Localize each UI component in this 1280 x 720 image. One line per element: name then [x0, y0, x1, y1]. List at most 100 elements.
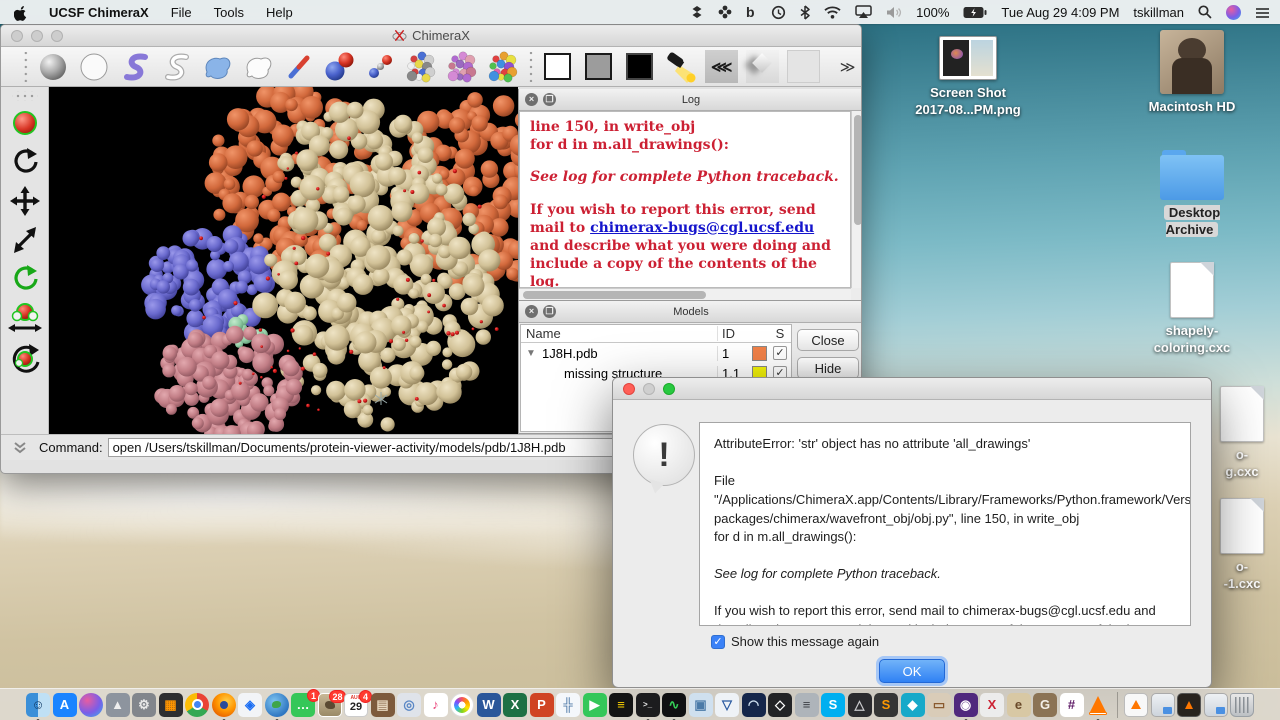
- lighting-shadow-button[interactable]: [746, 49, 779, 84]
- dock-item-contacts[interactable]: ▤: [371, 693, 395, 717]
- dock-item-calendar[interactable]: AUG294: [344, 693, 368, 717]
- dock-item-tableau[interactable]: ╬: [556, 693, 580, 717]
- bing-icon[interactable]: b: [746, 5, 757, 19]
- surface-outline-button[interactable]: [241, 49, 274, 84]
- dock-item-preview[interactable]: ◎: [397, 693, 421, 717]
- ok-button[interactable]: OK: [879, 659, 945, 683]
- surface-blue-button[interactable]: [200, 49, 233, 84]
- command-input[interactable]: [108, 438, 668, 457]
- dock-item-gimp[interactable]: G: [1033, 693, 1057, 717]
- bluetooth-icon[interactable]: [800, 5, 810, 20]
- sphere-outline-button[interactable]: [78, 49, 111, 84]
- dock-item-photos-app[interactable]: 28: [318, 693, 342, 717]
- dialog-titlebar[interactable]: [613, 378, 1211, 400]
- dock-item-firefox[interactable]: [212, 693, 236, 717]
- lighting-soft-button[interactable]: ⋘: [705, 49, 738, 84]
- dialog-zoom-button[interactable]: [663, 383, 675, 395]
- dock-item-skype[interactable]: S: [821, 693, 845, 717]
- dock-item-system-preferences[interactable]: ⚙: [132, 693, 156, 717]
- ball-stick-button[interactable]: [323, 49, 356, 84]
- close-window-button[interactable]: [11, 30, 23, 42]
- dock-item-vlc[interactable]: [1086, 693, 1110, 717]
- menu-user[interactable]: tskillman: [1133, 5, 1184, 20]
- show-again-checkbox[interactable]: ✓: [711, 635, 725, 649]
- desktop-icon-shapely-coloring-file[interactable]: shapely-coloring.cxc: [1146, 262, 1238, 357]
- minimize-window-button[interactable]: [31, 30, 43, 42]
- mouse-mode-select-button[interactable]: [8, 106, 42, 140]
- notification-center-icon[interactable]: [1255, 6, 1270, 19]
- dock-item-powerpoint[interactable]: P: [530, 693, 554, 717]
- cluster-element-button[interactable]: [405, 49, 438, 84]
- dock-item-slack[interactable]: #: [1060, 693, 1084, 717]
- dock-item-word[interactable]: W: [477, 693, 501, 717]
- desktop-icon-desktop-archive[interactable]: Desktop Archive: [1142, 150, 1242, 239]
- lighting-spotlight-button[interactable]: [664, 49, 697, 84]
- dock-item-google-earth[interactable]: [265, 693, 289, 717]
- desktop-icon-screenshot-file[interactable]: Screen Shot2017-08...PM.png: [908, 36, 1028, 119]
- model-row[interactable]: ▼1J8H.pdb1✓: [521, 343, 791, 363]
- ribbon-outline-button[interactable]: [159, 49, 192, 84]
- mouse-mode-translate-button[interactable]: [8, 184, 42, 218]
- bg-gray-button[interactable]: [582, 49, 615, 84]
- chimerax-titlebar[interactable]: ChimeraX: [1, 25, 861, 47]
- airplay-icon[interactable]: [855, 5, 872, 19]
- dock-item-excel[interactable]: X: [503, 693, 527, 717]
- collapse-chevron-icon[interactable]: [1, 441, 39, 455]
- menu-file[interactable]: File: [171, 5, 192, 20]
- dock-item-messages[interactable]: …1: [291, 693, 315, 717]
- mouse-mode-zoom-button[interactable]: [8, 223, 42, 257]
- cluster-rainbow-button[interactable]: [487, 49, 520, 84]
- stick-button[interactable]: [282, 49, 315, 84]
- bg-white-button[interactable]: [542, 49, 575, 84]
- spotlight-icon[interactable]: [1198, 5, 1212, 19]
- dropbox-icon[interactable]: [690, 5, 704, 19]
- menu-tools[interactable]: Tools: [214, 5, 244, 20]
- dock-item-unity[interactable]: ◇: [768, 693, 792, 717]
- mouse-mode-rotate-selected-button[interactable]: [8, 340, 42, 374]
- dialog-close-button[interactable]: [623, 383, 635, 395]
- dock-item-emule[interactable]: e: [1007, 693, 1031, 717]
- dock-item-3d-viewer[interactable]: ▣: [689, 693, 713, 717]
- mouse-mode-spin-button[interactable]: [8, 262, 42, 296]
- dock-item-terminal[interactable]: >_: [636, 693, 660, 717]
- dock-item-pyramid-app[interactable]: △: [848, 693, 872, 717]
- mouse-mode-rotate-button[interactable]: [8, 145, 42, 179]
- models-hide-button[interactable]: Hide: [797, 357, 859, 379]
- bug-report-mail-link[interactable]: chimerax-bugs@cgl.ucsf.edu: [590, 220, 814, 236]
- mouse-mode-translate-selected-button[interactable]: [8, 301, 42, 335]
- zoom-window-button[interactable]: [51, 30, 63, 42]
- dock-item-github[interactable]: ◉: [954, 693, 978, 717]
- bg-black-button[interactable]: [623, 49, 656, 84]
- dock-item-itunes[interactable]: ♪: [424, 693, 448, 717]
- dock-item-teal-app[interactable]: ◆: [901, 693, 925, 717]
- log-close-icon[interactable]: ×: [525, 93, 538, 106]
- dock-item-launchpad[interactable]: ▲: [106, 693, 130, 717]
- models-close-icon[interactable]: ×: [525, 305, 538, 318]
- dock-item-sublime-text[interactable]: S: [874, 693, 898, 717]
- lighting-flat-button[interactable]: [787, 49, 820, 84]
- dock-item-facetime[interactable]: ▶: [583, 693, 607, 717]
- model-shown-checkbox[interactable]: ✓: [773, 346, 787, 360]
- model-color-swatch[interactable]: [752, 346, 767, 361]
- dock-item-app-store[interactable]: A: [53, 693, 77, 717]
- log-horizontal-scrollbar[interactable]: [519, 288, 851, 300]
- desktop-icon-macintosh-hd[interactable]: Macintosh HD: [1142, 30, 1242, 116]
- volume-icon[interactable]: [886, 6, 902, 19]
- apple-menu-icon[interactable]: [14, 4, 29, 21]
- siri-icon[interactable]: [1226, 5, 1241, 20]
- wifi-icon[interactable]: [824, 6, 841, 19]
- dock-item-minimized-doc-vlc[interactable]: [1124, 693, 1148, 717]
- dock-item-trash[interactable]: [1230, 693, 1254, 717]
- dock-item-chrome[interactable]: [185, 693, 209, 717]
- dock-item-minimized-movie[interactable]: [1177, 693, 1201, 717]
- log-vertical-scrollbar[interactable]: [851, 111, 862, 288]
- dock-item-safari[interactable]: ◈: [238, 693, 262, 717]
- time-machine-icon[interactable]: [771, 5, 786, 20]
- dock-item-easel-app[interactable]: ▭: [927, 693, 951, 717]
- dock-item-marni-app[interactable]: ≡: [609, 693, 633, 717]
- models-titlebar[interactable]: × ❐ Models: [519, 301, 862, 323]
- menu-help[interactable]: Help: [266, 5, 293, 20]
- graphics-viewport[interactable]: [49, 87, 518, 434]
- dock-item-navy-app[interactable]: ◠: [742, 693, 766, 717]
- models-close-button[interactable]: Close: [797, 329, 859, 351]
